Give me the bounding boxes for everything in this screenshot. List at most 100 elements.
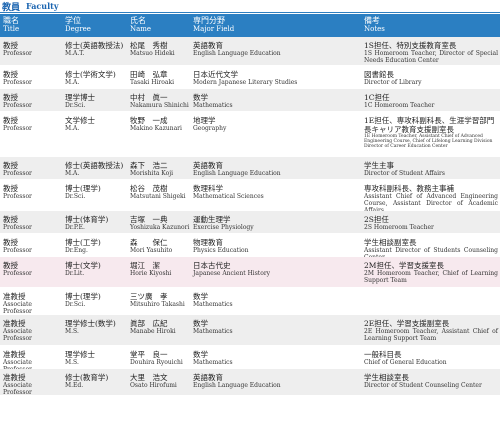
- title-jp: 教授: [3, 116, 18, 125]
- notes-jp: 学生主事: [364, 161, 394, 170]
- notes-en: 1C Homeroom Teacher: [364, 102, 435, 109]
- field-cell: 日本近代文学 Modern Japanese Literary Studies: [193, 70, 363, 86]
- name-en: Douhira Ryouichi: [130, 359, 183, 366]
- degree-jp: 修士(英語教授法): [65, 41, 124, 50]
- table-row: 准教授 Associate Professor 修士(教育学) M.Ed. 大里 浩文 O…: [0, 369, 500, 396]
- title-jp: 教授: [3, 70, 18, 79]
- name-en: Mitsuhiro Takashi: [130, 301, 185, 308]
- header-notes: 備考 Notes: [364, 16, 385, 33]
- name-jp: 大里 浩文: [130, 373, 168, 382]
- field-jp: 数理科学: [193, 184, 223, 193]
- field-cell: 運動生理学 Exercise Physiology: [193, 215, 363, 231]
- notes-jp: 学生相談副室長: [364, 238, 417, 247]
- degree-en: Dr.Sci.: [65, 193, 86, 200]
- notes-cell: 2M担任、学習支援室長 2M Homeroom Teacher, Chief of…: [364, 261, 498, 284]
- name-cell: 三ツ廣 孝 Mitsuhiro Takashi: [130, 292, 190, 308]
- table-row: 教授 Professor 博士(文学) Dr.Lit. 堀江 潔 Horie Kiyosh…: [0, 257, 500, 288]
- degree-en: Dr.Lit.: [65, 270, 85, 277]
- notes-cell: 一般科目長 Chief of General Education: [364, 350, 498, 366]
- name-cell: 堂平 良一 Douhira Ryouichi: [130, 350, 190, 366]
- degree-cell: 博士(工学) Dr.Eng.: [65, 238, 127, 254]
- degree-cell: 修士(英語教授法) M.A.T.: [65, 41, 127, 57]
- notes-cell: 1C担任 1C Homeroom Teacher: [364, 93, 498, 109]
- degree-en: Dr.Sci.: [65, 301, 86, 308]
- title-cell: 教授 Professor: [3, 93, 61, 109]
- field-jp: 物理教育: [193, 238, 223, 247]
- degree-jp: 修士(英語教授法): [65, 161, 124, 170]
- title-cell: 教授 Professor: [3, 161, 61, 177]
- title-jp: 准教授: [3, 319, 26, 328]
- field-cell: 数学 Mathematics: [193, 350, 363, 366]
- notes-en: Director of Student Counseling Center: [364, 382, 482, 389]
- notes-cell: 2E担任、学習支援副室長 2E Homeroom Teacher, Assista…: [364, 319, 498, 342]
- title-jp: 教授: [3, 215, 18, 224]
- field-cell: 数学 Mathematics: [193, 292, 363, 308]
- field-jp: 日本古代史: [193, 261, 231, 270]
- field-en: Mathematical Sciences: [193, 193, 264, 200]
- header-title: 職名 Title: [3, 16, 20, 33]
- notes-cell: 学生主事 Director of Student Affairs: [364, 161, 498, 177]
- name-jp: 松谷 茂樹: [130, 184, 168, 193]
- table-header: 職名 Title 学位 Degree 氏名 Name 専門分野 Major Field …: [0, 14, 500, 37]
- field-jp: 日本近代文学: [193, 70, 238, 79]
- field-jp: 英語教育: [193, 161, 223, 170]
- notes-en: 2M Homeroom Teacher, Chief of Learning S…: [364, 270, 498, 284]
- field-en: Mathematics: [193, 102, 233, 109]
- field-cell: 物理教育 Physics Education: [193, 238, 363, 254]
- degree-cell: 修士(教育学) M.Ed.: [65, 373, 127, 389]
- degree-jp: 修士(教育学): [65, 373, 109, 382]
- notes-jp: 1S担任、特別支援教育室長: [364, 41, 457, 50]
- field-jp: 運動生理学: [193, 215, 231, 224]
- name-en: Makino Kazunari: [130, 125, 182, 132]
- name-jp: 吉塚 一典: [130, 215, 168, 224]
- notes-jp: 図書館長: [364, 70, 394, 79]
- title-en: Professor: [3, 125, 32, 132]
- table-row: 准教授Associate Professor理学修士M.S.堂平 良一Douhi…: [0, 346, 500, 373]
- degree-jp: 博士(文学): [65, 261, 101, 270]
- title-jp: 准教授: [3, 350, 26, 359]
- title-jp: 教授: [3, 261, 18, 270]
- title-jp: 教授: [3, 161, 18, 170]
- name-en: Tasaki Hiroaki: [130, 79, 174, 86]
- notes-en: Director of Student Affairs: [364, 170, 445, 177]
- notes-jp: 専攻科副科長、教務主事補: [364, 184, 454, 193]
- name-jp: 三ツ廣 孝: [130, 292, 168, 301]
- title-cell: 准教授Associate Professor: [3, 373, 61, 396]
- table-row: 准教授 Associate Professor 博士(理学) Dr.Sci. 三ツ廣 孝…: [0, 288, 500, 315]
- field-en: Mathematics: [193, 328, 233, 335]
- degree-cell: 修士(英語教授法) M.A.: [65, 161, 127, 177]
- name-cell: 森下 浩二 Morishita Koji: [130, 161, 190, 177]
- title-en: Professor: [3, 270, 32, 277]
- title-cell: 教授 Professor: [3, 116, 61, 132]
- title-en: Professor: [3, 102, 32, 109]
- title-jp: 准教授: [3, 292, 26, 301]
- field-cell: 数学 Mathematics: [193, 319, 363, 335]
- header-degree: 学位 Degree: [65, 16, 91, 33]
- notes-jp: 一般科目長: [364, 350, 402, 359]
- degree-jp: 理学修士(数学): [65, 319, 116, 328]
- notes-en: 2S Homeroom Teacher: [364, 224, 434, 231]
- degree-en: M.Ed.: [65, 382, 84, 389]
- title-cell: 教授 Professor: [3, 184, 61, 200]
- field-en: English Language Education: [193, 170, 281, 177]
- name-jp: 田崎 弘章: [130, 70, 168, 79]
- notes-en: 1E Homeroom Teacher, Assistant Chief of …: [364, 134, 493, 149]
- section-title-jp: 教員: [2, 3, 21, 13]
- name-cell: 大里 浩文 Osato Hirofumi: [130, 373, 190, 389]
- field-cell: 英語教育 English Language Education: [193, 161, 363, 177]
- name-jp: 牧野 一成: [130, 116, 168, 125]
- title-jp: 教授: [3, 184, 18, 193]
- notes-jp: 2S担任: [364, 215, 389, 224]
- degree-jp: 理学修士: [65, 350, 95, 359]
- title-jp: 教授: [3, 41, 18, 50]
- header-name: 氏名 Name: [130, 16, 152, 33]
- name-jp: 中村 眞一: [130, 93, 168, 102]
- name-cell: 松尾 秀樹 Matsuo Hideki: [130, 41, 190, 57]
- degree-en: M.A.: [65, 79, 80, 86]
- notes-jp: 1C担任: [364, 93, 390, 102]
- field-jp: 地理学: [193, 116, 216, 125]
- notes-jp: 1E担任、専攻科副科長、生涯学習部門長キャリア教育支援副室長: [364, 116, 495, 134]
- table-row: 教授 Professor 修士(英語教授法) M.A. 森下 浩二 Morishita K…: [0, 157, 500, 180]
- degree-en: M.A.T.: [65, 50, 85, 57]
- table-row: 教授 Professor 修士(学術文学) M.A. 田崎 弘章 Tasaki Hiroa…: [0, 66, 500, 89]
